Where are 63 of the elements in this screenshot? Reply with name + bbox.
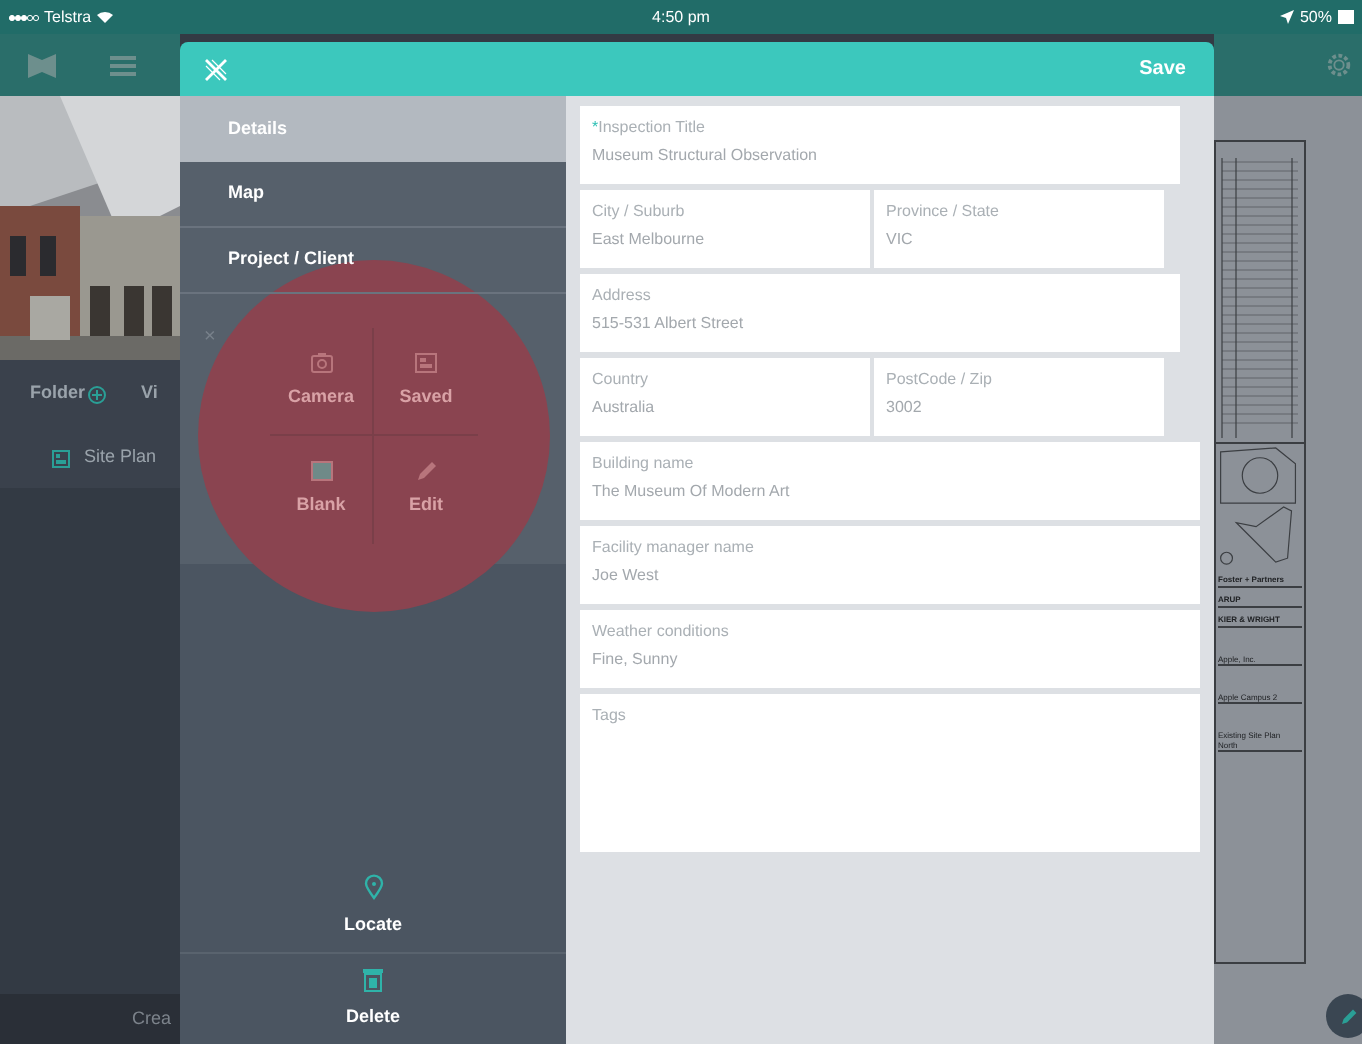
text-field[interactable]: Address 515-531 Albert Street xyxy=(580,274,1180,352)
blank-page-icon xyxy=(309,460,333,483)
nav-tab[interactable]: Details xyxy=(180,96,566,162)
book-icon[interactable] xyxy=(28,53,56,77)
field-label: Province / State xyxy=(886,202,999,222)
text-field[interactable]: Facility manager name Joe West xyxy=(580,526,1200,604)
text-field[interactable]: Tags xyxy=(580,694,1200,852)
text-field[interactable]: PostCode / Zip 3002 xyxy=(874,358,1164,436)
required-mark: * xyxy=(592,118,599,138)
save-button[interactable]: Save xyxy=(1139,54,1186,84)
field-value: Australia xyxy=(592,398,657,418)
edit-fab[interactable] xyxy=(1326,994,1362,1038)
field-label: Address xyxy=(592,286,651,306)
wifi-icon xyxy=(95,10,114,24)
field-value: VIC xyxy=(886,230,915,250)
field-label: Tags xyxy=(592,706,626,726)
gallery-icon xyxy=(414,351,438,374)
view-tab[interactable]: Vi xyxy=(141,380,158,408)
text-field[interactable]: Province / State VIC xyxy=(874,190,1164,268)
field-value: 3002 xyxy=(886,398,924,418)
field-value: Joe West xyxy=(592,566,661,586)
plan-icon xyxy=(52,449,70,467)
radial-menu-item[interactable]: Camera xyxy=(270,328,374,436)
radial-menu-item[interactable]: Blank xyxy=(270,436,374,544)
carrier-name: Telstra xyxy=(44,5,92,29)
pencil-icon xyxy=(1339,1007,1357,1025)
camera-icon xyxy=(309,351,333,374)
plus-circle-icon[interactable] xyxy=(87,385,106,403)
folder-tab[interactable]: Folder xyxy=(30,380,86,408)
popup-close[interactable]: × xyxy=(204,326,216,348)
list-icon[interactable] xyxy=(110,55,136,75)
field-label: Weather conditions xyxy=(592,622,729,642)
field-value: The Museum Of Modern Art xyxy=(592,482,792,502)
text-field[interactable]: *Inspection Title Museum Structural Observation xyxy=(580,106,1180,184)
close-icon[interactable] xyxy=(204,57,228,81)
location-pin-icon xyxy=(363,873,383,900)
action-button[interactable]: Locate xyxy=(180,860,566,952)
field-label: Building name xyxy=(592,454,694,474)
text-field[interactable]: City / Suburb East Melbourne xyxy=(580,190,870,268)
field-label: PostCode / Zip xyxy=(886,370,992,390)
field-value: Museum Structural Observation xyxy=(592,146,819,166)
field-label: Inspection Title xyxy=(598,118,705,138)
field-value: Fine, Sunny xyxy=(592,650,680,670)
list-item[interactable]: Site Plan xyxy=(0,428,180,488)
field-label: Facility manager name xyxy=(592,538,754,558)
radial-menu-item[interactable]: Edit xyxy=(374,436,478,544)
pencil-icon xyxy=(414,460,438,483)
clock-time: 4:50 pm xyxy=(650,5,712,29)
battery-percent: 50% xyxy=(1299,5,1332,29)
battery-icon xyxy=(1338,10,1354,24)
location-arrow-icon xyxy=(1279,10,1294,24)
signal-icon xyxy=(8,13,40,21)
field-value: East Melbourne xyxy=(592,230,707,250)
text-field[interactable]: Weather conditions Fine, Sunny xyxy=(580,610,1200,688)
text-field[interactable]: Building name The Museum Of Modern Art xyxy=(580,442,1200,520)
field-label: City / Suburb xyxy=(592,202,685,222)
field-label: Country xyxy=(592,370,649,390)
radial-menu-item[interactable]: Saved xyxy=(374,328,478,436)
trash-icon xyxy=(362,967,384,992)
field-value: 515-531 Albert Street xyxy=(592,314,746,334)
create-button[interactable]: Crea xyxy=(132,1005,172,1033)
settings-icon[interactable] xyxy=(1324,50,1354,80)
text-field[interactable]: Country Australia xyxy=(580,358,870,436)
